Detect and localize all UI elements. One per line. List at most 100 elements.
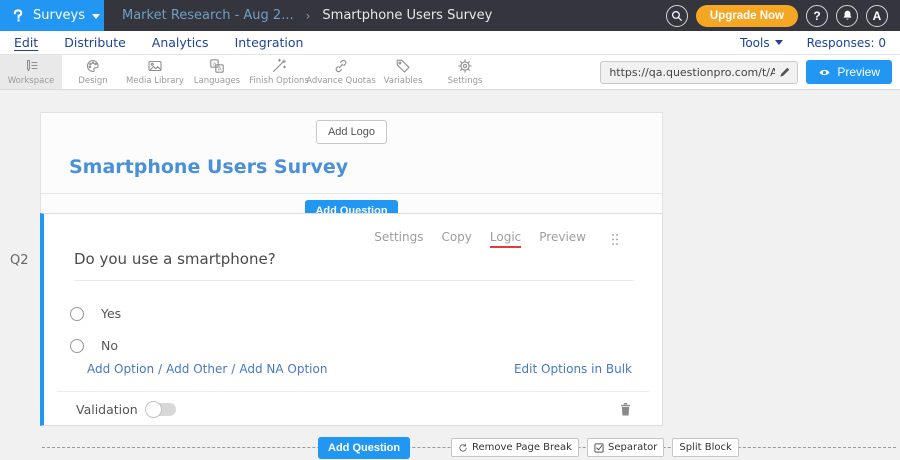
question-tab-copy[interactable]: Copy bbox=[441, 230, 471, 248]
section-navbar: Edit Distribute Analytics Integration To… bbox=[0, 31, 900, 55]
validation-divider bbox=[57, 391, 649, 392]
toolbar-item-label: Advance Quotas bbox=[306, 76, 376, 86]
split-block-label: Split Block bbox=[679, 442, 731, 453]
breadcrumb: Market Research - Aug 2... › Smartphone … bbox=[122, 8, 492, 23]
top-header: Surveys Market Research - Aug 2... › Sma… bbox=[0, 0, 900, 31]
question-tab-preview[interactable]: Preview bbox=[539, 230, 586, 248]
preview-button-label: Preview bbox=[837, 65, 880, 79]
magic-wand-icon bbox=[271, 58, 287, 74]
breadcrumb-folder[interactable]: Market Research - Aug 2... bbox=[122, 8, 294, 23]
answer-option-row: No bbox=[70, 338, 118, 353]
question-text[interactable]: Do you use a smartphone? bbox=[74, 250, 634, 281]
bell-icon bbox=[841, 9, 854, 22]
survey-url-box bbox=[600, 61, 798, 84]
toolbar-item-design[interactable]: Design bbox=[62, 55, 124, 89]
toolbar-item-label: Workspace bbox=[8, 76, 54, 86]
separator-button[interactable]: Separator bbox=[587, 438, 664, 457]
breadcrumb-current-survey: Smartphone Users Survey bbox=[322, 8, 492, 23]
option-actions-row: Add Option/Add Other/Add NA Option Edit … bbox=[87, 362, 632, 376]
topbar-actions: Upgrade Now ? A bbox=[666, 5, 900, 27]
upgrade-now-button[interactable]: Upgrade Now bbox=[696, 5, 798, 27]
radio-no[interactable] bbox=[70, 339, 84, 353]
toolbar-item-media-library[interactable]: Media Library bbox=[124, 55, 186, 89]
surveys-menu[interactable]: Surveys bbox=[0, 0, 104, 31]
image-icon bbox=[147, 58, 163, 74]
avatar[interactable]: A bbox=[866, 5, 888, 27]
toolbar-item-label: Design bbox=[78, 76, 107, 86]
toggle-knob bbox=[145, 401, 162, 418]
add-question-button-bottom[interactable]: Add Question bbox=[318, 437, 410, 459]
nav-items: Edit Distribute Analytics Integration bbox=[0, 35, 303, 50]
toolbar-item-label: Variables bbox=[384, 76, 423, 86]
toolbar-item-settings[interactable]: Settings bbox=[434, 55, 496, 89]
search-button[interactable] bbox=[666, 5, 688, 27]
question-more-menu[interactable] bbox=[608, 232, 622, 247]
responses-count[interactable]: Responses: 0 bbox=[807, 36, 886, 50]
delete-question-button[interactable] bbox=[619, 402, 632, 417]
trash-icon bbox=[619, 402, 632, 417]
toolbar-item-finish-options[interactable]: Finish Options bbox=[248, 55, 310, 89]
validation-toggle[interactable] bbox=[146, 403, 176, 416]
split-block-button[interactable]: Split Block bbox=[672, 438, 738, 457]
questionpro-logo-icon bbox=[10, 8, 26, 24]
remove-page-break-button[interactable]: Remove Page Break bbox=[451, 438, 579, 457]
question-tabs: Settings Copy Logic Preview bbox=[374, 230, 622, 248]
search-icon bbox=[670, 9, 684, 23]
toolbar-item-label: Settings bbox=[448, 76, 483, 86]
add-other-link[interactable]: Add Other bbox=[166, 362, 227, 376]
add-na-option-link[interactable]: Add NA Option bbox=[239, 362, 327, 376]
kebab-dots-icon bbox=[611, 233, 619, 246]
toolbar-item-label: Media Library bbox=[126, 76, 184, 86]
breadcrumb-separator-icon: › bbox=[306, 9, 311, 23]
notifications-button[interactable] bbox=[836, 5, 858, 27]
toolbar-item-variables[interactable]: Variables bbox=[372, 55, 434, 89]
palette-icon bbox=[85, 58, 101, 74]
help-icon: ? bbox=[813, 9, 820, 23]
option-label-yes[interactable]: Yes bbox=[101, 306, 121, 321]
toolbar-item-workspace[interactable]: Workspace bbox=[0, 55, 62, 89]
remove-page-break-label: Remove Page Break bbox=[472, 442, 572, 453]
surveys-menu-label: Surveys bbox=[33, 8, 85, 23]
tools-menu[interactable]: Tools bbox=[740, 36, 783, 50]
question-tab-logic[interactable]: Logic bbox=[490, 230, 521, 248]
nav-tab-analytics[interactable]: Analytics bbox=[152, 35, 209, 50]
nav-tab-integration[interactable]: Integration bbox=[235, 35, 304, 50]
link-separator: / bbox=[231, 362, 235, 376]
radio-yes[interactable] bbox=[70, 307, 84, 321]
edit-options-in-bulk-link[interactable]: Edit Options in Bulk bbox=[514, 362, 632, 376]
add-logo-button[interactable]: Add Logo bbox=[316, 120, 387, 144]
survey-title[interactable]: Smartphone Users Survey bbox=[41, 144, 662, 193]
tag-icon bbox=[395, 58, 411, 74]
edit-url-pencil-icon[interactable] bbox=[778, 66, 791, 79]
help-button[interactable]: ? bbox=[806, 5, 828, 27]
toolbar-item-advance-quotas[interactable]: Advance Quotas bbox=[310, 55, 372, 89]
survey-url-input[interactable] bbox=[601, 66, 778, 79]
option-label-no[interactable]: No bbox=[101, 338, 118, 353]
validation-row: Validation bbox=[76, 402, 632, 417]
option-links: Add Option/Add Other/Add NA Option bbox=[87, 362, 327, 376]
question-tab-settings[interactable]: Settings bbox=[374, 230, 423, 248]
workspace-toolbar: Workspace Design Media Library a A Langu… bbox=[0, 55, 900, 90]
nav-tab-edit[interactable]: Edit bbox=[14, 35, 38, 50]
toolbar-item-languages[interactable]: a A Languages bbox=[186, 55, 248, 89]
add-option-link[interactable]: Add Option bbox=[87, 362, 154, 376]
preview-button[interactable]: Preview bbox=[806, 60, 892, 84]
toolbar-item-label: Finish Options bbox=[249, 76, 309, 86]
page-break-row: Add Question Remove Page Break Separator… bbox=[42, 437, 896, 459]
chevron-down-icon bbox=[92, 14, 100, 19]
question-card: Settings Copy Logic Preview Do you use a… bbox=[40, 213, 663, 426]
add-logo-row: Add Logo bbox=[41, 113, 662, 144]
svg-text:a: a bbox=[213, 61, 216, 67]
svg-text:A: A bbox=[218, 67, 222, 73]
chain-link-icon bbox=[333, 58, 349, 74]
nav-tab-distribute[interactable]: Distribute bbox=[64, 35, 126, 50]
separator-label: Separator bbox=[608, 442, 657, 453]
eye-icon bbox=[818, 67, 831, 78]
question-code: Q2 bbox=[10, 253, 29, 268]
survey-editor-canvas: Add Logo Smartphone Users Survey Add Que… bbox=[0, 90, 900, 460]
tools-menu-label: Tools bbox=[740, 36, 770, 50]
checkbox-icon bbox=[594, 443, 604, 453]
workspace-icon bbox=[23, 58, 39, 74]
validation-label: Validation bbox=[76, 402, 138, 417]
refresh-icon bbox=[458, 443, 468, 453]
